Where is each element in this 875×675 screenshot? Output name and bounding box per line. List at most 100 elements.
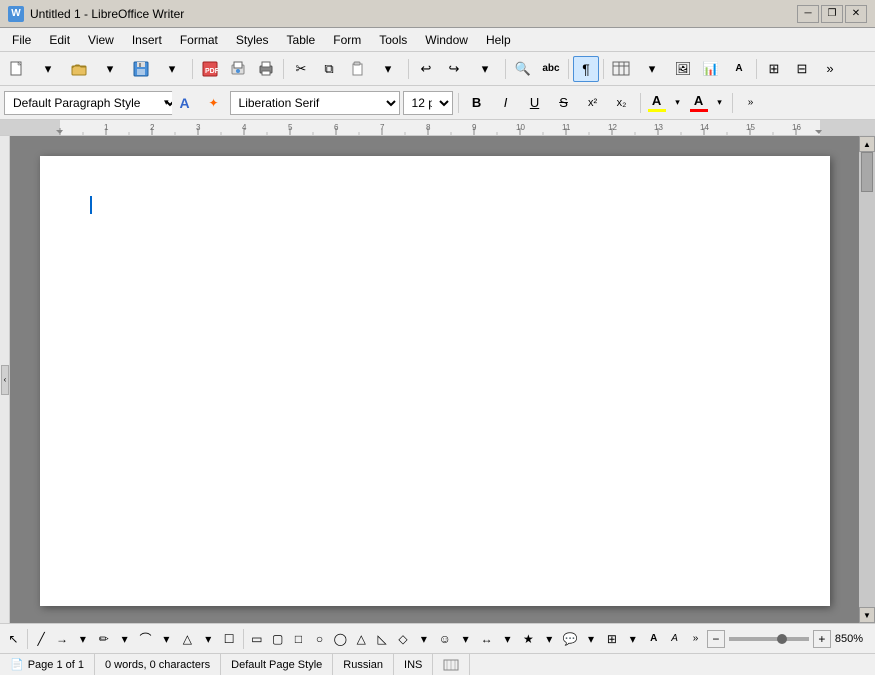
superscript-button[interactable]: x² bbox=[580, 90, 606, 116]
callout-button[interactable]: 💬 bbox=[561, 627, 580, 651]
zoom-slider-thumb[interactable] bbox=[777, 634, 787, 644]
fontworks-button[interactable]: A bbox=[665, 627, 684, 651]
menu-styles[interactable]: Styles bbox=[228, 31, 277, 49]
copy-button[interactable]: ⧉ bbox=[316, 56, 342, 82]
more-shapes-button[interactable]: » bbox=[686, 627, 705, 651]
restore-button[interactable]: ❐ bbox=[821, 5, 843, 23]
print-preview-button[interactable] bbox=[225, 56, 251, 82]
double-arrow-button[interactable]: ↔ bbox=[477, 627, 496, 651]
zoom-in-button[interactable]: + bbox=[813, 630, 831, 648]
undo-dropdown[interactable]: ▾ bbox=[469, 56, 501, 82]
textbox-bottom-button[interactable]: A bbox=[644, 627, 663, 651]
new-dropdown[interactable]: ▾ bbox=[32, 56, 64, 82]
close-button[interactable]: ✕ bbox=[845, 5, 867, 23]
paragraph-style-combo[interactable]: Default Paragraph Style bbox=[4, 91, 179, 115]
arrow-tool-button[interactable]: → bbox=[53, 627, 72, 651]
new-button[interactable] bbox=[4, 56, 30, 82]
insert-image-button[interactable]: 🖼 bbox=[670, 56, 696, 82]
undo-button[interactable]: ↩ bbox=[413, 56, 439, 82]
highlight-dropdown[interactable]: ▾ bbox=[671, 90, 685, 116]
menu-tools[interactable]: Tools bbox=[371, 31, 415, 49]
scroll-down-button[interactable]: ▼ bbox=[859, 607, 875, 623]
font-color-button[interactable]: A bbox=[688, 91, 710, 114]
more-fmt-button[interactable]: » bbox=[738, 90, 764, 116]
line-tool-button[interactable]: ╱ bbox=[32, 627, 51, 651]
star-dropdown[interactable]: ▾ bbox=[540, 627, 559, 651]
menu-format[interactable]: Format bbox=[172, 31, 226, 49]
scroll-thumb[interactable] bbox=[861, 152, 873, 192]
star-button[interactable]: ★ bbox=[519, 627, 538, 651]
zoom-out-button[interactable]: − bbox=[707, 630, 725, 648]
zoom-slider[interactable] bbox=[729, 637, 809, 641]
minimize-button[interactable]: ─ bbox=[797, 5, 819, 23]
bold-button[interactable]: B bbox=[464, 90, 490, 116]
rounded-rect-button[interactable]: ▢ bbox=[268, 627, 287, 651]
scroll-track[interactable] bbox=[859, 152, 875, 607]
menu-insert[interactable]: Insert bbox=[124, 31, 170, 49]
scroll-up-button[interactable]: ▲ bbox=[859, 136, 875, 152]
diamond-tool-button[interactable]: ◇ bbox=[394, 627, 413, 651]
caption-tool-button[interactable]: ☐ bbox=[220, 627, 239, 651]
redo-button[interactable]: ↪ bbox=[441, 56, 467, 82]
font-size-combo[interactable]: 12 pt bbox=[403, 91, 453, 115]
save-dropdown[interactable]: ▾ bbox=[156, 56, 188, 82]
fold-panel-button[interactable]: ‹ bbox=[1, 365, 9, 395]
flowchart-button[interactable]: ⊞ bbox=[602, 627, 621, 651]
spellcheck-button[interactable]: abc bbox=[538, 56, 564, 82]
menu-edit[interactable]: Edit bbox=[41, 31, 78, 49]
save-button[interactable] bbox=[128, 56, 154, 82]
character-highlighting-button[interactable]: A bbox=[646, 91, 668, 114]
document-page[interactable] bbox=[40, 156, 830, 606]
flowchart-dropdown[interactable]: ▾ bbox=[623, 627, 642, 651]
double-arrow-dropdown[interactable]: ▾ bbox=[498, 627, 517, 651]
insert-pagebreak-button[interactable]: ⊟ bbox=[789, 56, 815, 82]
pdf-button[interactable]: PDF bbox=[197, 56, 223, 82]
style-font-icon-a[interactable]: A bbox=[172, 90, 198, 116]
smiley-button[interactable]: ☺ bbox=[435, 627, 454, 651]
menu-file[interactable]: File bbox=[4, 31, 39, 49]
strikethrough-button[interactable]: S bbox=[551, 90, 577, 116]
font-name-combo[interactable]: Liberation Serif bbox=[230, 91, 400, 115]
document-area[interactable] bbox=[10, 136, 859, 623]
menu-view[interactable]: View bbox=[80, 31, 122, 49]
paste-dropdown[interactable]: ▾ bbox=[372, 56, 404, 82]
menu-table[interactable]: Table bbox=[279, 31, 324, 49]
curve-dropdown[interactable]: ▾ bbox=[157, 627, 176, 651]
insert-table-button[interactable] bbox=[608, 56, 634, 82]
underline-button[interactable]: U bbox=[522, 90, 548, 116]
italic-button[interactable]: I bbox=[493, 90, 519, 116]
menu-help[interactable]: Help bbox=[478, 31, 519, 49]
arrow-dropdown[interactable]: ▾ bbox=[73, 627, 92, 651]
shapes-dropdown[interactable]: ▾ bbox=[414, 627, 433, 651]
formatting-marks-button[interactable]: ¶ bbox=[573, 56, 599, 82]
table-dropdown[interactable]: ▾ bbox=[636, 56, 668, 82]
polygon-tool-button[interactable]: △ bbox=[178, 627, 197, 651]
menu-window[interactable]: Window bbox=[417, 31, 476, 49]
curve-tool-button[interactable]: ⌒ bbox=[136, 627, 155, 651]
circle-tool-button[interactable]: ◯ bbox=[331, 627, 350, 651]
more-button1[interactable]: » bbox=[817, 56, 843, 82]
square-tool-button[interactable]: □ bbox=[289, 627, 308, 651]
draw-dropdown[interactable]: ▾ bbox=[115, 627, 134, 651]
subscript-button[interactable]: x₂ bbox=[609, 90, 635, 116]
font-color-dropdown[interactable]: ▾ bbox=[713, 90, 727, 116]
insert-textbox-button[interactable]: A bbox=[726, 56, 752, 82]
ellipse-tool-button[interactable]: ○ bbox=[310, 627, 329, 651]
smiley-dropdown[interactable]: ▾ bbox=[456, 627, 475, 651]
menu-form[interactable]: Form bbox=[325, 31, 369, 49]
draw-tool-button[interactable]: ✏ bbox=[94, 627, 113, 651]
select-tool-button[interactable]: ↖ bbox=[4, 627, 23, 651]
right-triangle-button[interactable]: ◺ bbox=[373, 627, 392, 651]
triangle-tool-button[interactable]: △ bbox=[352, 627, 371, 651]
cut-button[interactable]: ✂ bbox=[288, 56, 314, 82]
print-button[interactable] bbox=[253, 56, 279, 82]
find-button[interactable]: 🔍 bbox=[510, 56, 536, 82]
polygon-dropdown[interactable]: ▾ bbox=[199, 627, 218, 651]
insert-chart-button[interactable]: 📊 bbox=[698, 56, 724, 82]
style-font-icon-star[interactable]: ✦ bbox=[201, 90, 227, 116]
open-button[interactable] bbox=[66, 56, 92, 82]
paste-button[interactable] bbox=[344, 56, 370, 82]
insert-special-button[interactable]: ⊞ bbox=[761, 56, 787, 82]
open-dropdown[interactable]: ▾ bbox=[94, 56, 126, 82]
rect-tool-button[interactable]: ▭ bbox=[247, 627, 266, 651]
